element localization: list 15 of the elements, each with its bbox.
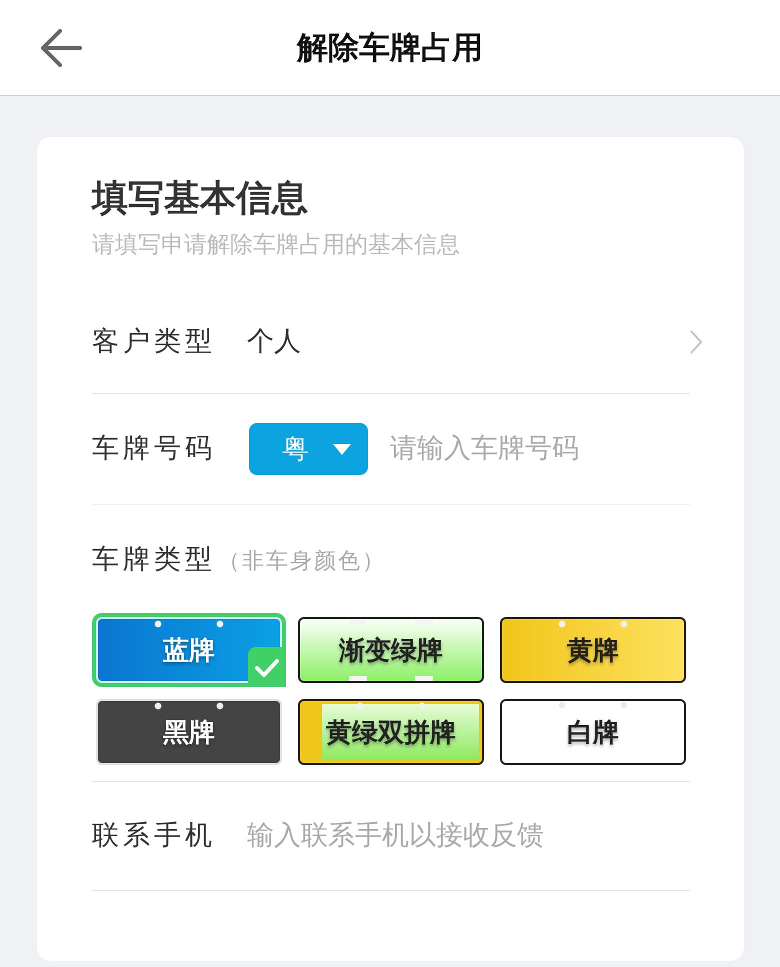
customer-type-value[interactable]: 个人	[247, 324, 301, 358]
phone-field[interactable]: 输入联系手机以接收反馈	[247, 819, 690, 853]
field-label: 车牌号码	[92, 432, 217, 466]
field-label: 客户类型	[92, 324, 217, 358]
field-label: 联系手机	[92, 819, 217, 853]
back-icon[interactable]	[40, 28, 82, 66]
field-label: 车牌类型	[92, 543, 216, 577]
check-icon	[248, 647, 286, 687]
field-note: （非车身颜色）	[218, 548, 386, 576]
plate-number-field[interactable]: 请输入车牌号码	[390, 432, 690, 466]
section-title: 填写基本信息	[92, 177, 309, 221]
page-title: 解除车牌占用	[297, 28, 483, 68]
caret-down-icon	[333, 444, 351, 454]
plate-option[interactable]: 蓝牌	[92, 613, 286, 687]
section-subtitle: 请填写申请解除车牌占用的基本信息	[92, 231, 461, 260]
